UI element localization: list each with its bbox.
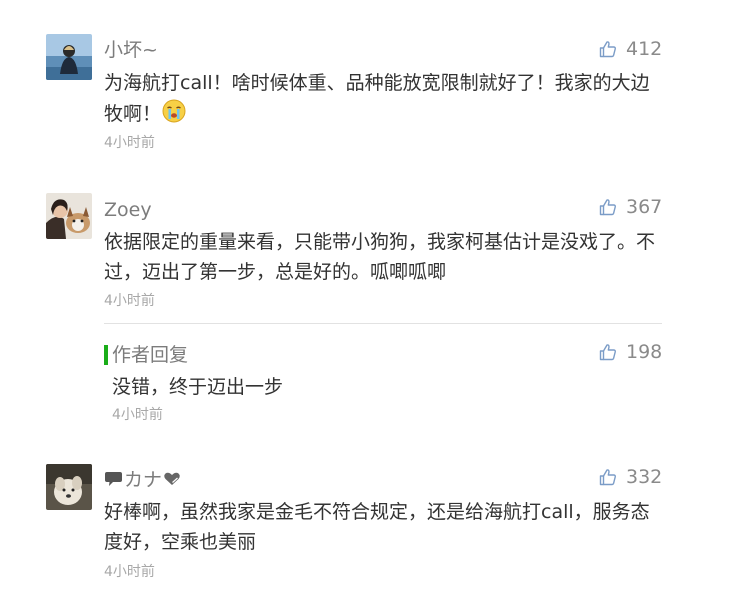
thumbs-up-icon — [599, 199, 616, 216]
nickname[interactable]: カナ — [104, 468, 182, 492]
nickname[interactable]: Zoey — [104, 198, 152, 222]
comment-content: 依据限定的重量来看，只能带小狗狗，我家柯基估计是没戏了。不过，迈出了第一步，总是… — [104, 231, 656, 283]
reply-accent-bar — [104, 345, 108, 365]
like-count: 412 — [626, 38, 663, 60]
nickname[interactable]: 小坏~ — [104, 38, 158, 62]
divider — [104, 323, 662, 324]
comment-time: 4小时前 — [104, 293, 155, 309]
like-button[interactable]: 412 — [598, 37, 662, 61]
heart-icon — [164, 472, 180, 485]
like-count: 332 — [626, 466, 663, 488]
author-reply-content: 没错，终于迈出一步 — [112, 376, 284, 398]
thumbs-up-icon — [599, 344, 616, 361]
comment-time: 4小时前 — [104, 135, 155, 151]
speech-bubble-icon — [105, 472, 122, 486]
like-button[interactable]: 367 — [598, 195, 662, 219]
avatar[interactable] — [46, 34, 92, 80]
thumbs-up-icon — [599, 41, 616, 58]
comment-content: 为海航打call！啥时候体重、品种能放宽限制就好了！我家的大边牧啊！ — [104, 68, 664, 129]
avatar[interactable] — [46, 193, 92, 239]
comments-page: 小坏~ 412 为海航打call！啥时候体重、品种能放宽限制就好了！我家的大边牧… — [0, 0, 750, 616]
crying-emoji — [162, 99, 186, 123]
like-button[interactable]: 332 — [598, 465, 662, 489]
author-reply-label: 作者回复 — [112, 344, 189, 366]
comment-content: 好棒啊，虽然我家是金毛不符合规定，还是给海航打call，服务态度好，空乘也美丽 — [104, 501, 650, 553]
like-button[interactable]: 198 — [598, 340, 662, 364]
nickname-text: カナ — [124, 469, 163, 491]
thumbs-up-icon — [599, 469, 616, 486]
author-reply-time: 4小时前 — [112, 407, 163, 423]
comment-time: 4小时前 — [104, 564, 155, 580]
avatar[interactable] — [46, 464, 92, 510]
like-count: 367 — [626, 196, 663, 218]
like-count: 198 — [626, 341, 663, 363]
